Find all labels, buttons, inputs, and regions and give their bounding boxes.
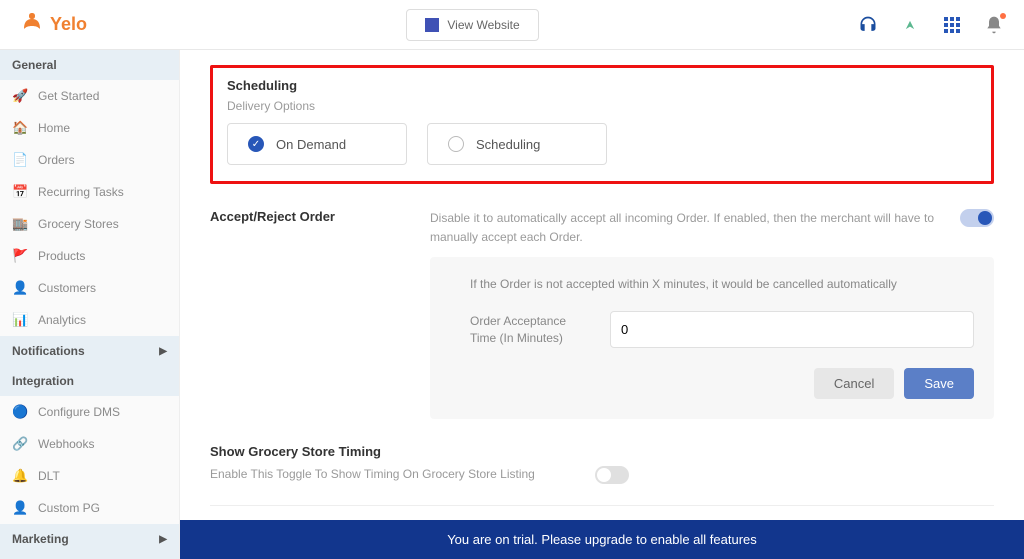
check-icon: ✓ [248,136,264,152]
sidebar-item-products[interactable]: 🚩Products [0,240,179,272]
apps-icon[interactable] [942,15,962,35]
radio-icon [448,136,464,152]
store-icon: 🏬 [12,216,28,232]
orders-icon: 📄 [12,152,28,168]
sidebar-item-recurring[interactable]: 📅Recurring Tasks [0,176,179,208]
flag-icon: 🚩 [12,248,28,264]
accept-reject-toggle[interactable] [960,209,994,227]
scheduling-section: Scheduling Delivery Options ✓ On Demand … [210,65,994,184]
save-button[interactable]: Save [904,368,974,399]
scheduling-title: Scheduling [227,78,977,93]
sidebar-item-webhooks[interactable]: 🔗Webhooks [0,428,179,460]
sidebar-section-general[interactable]: General [0,50,179,80]
sidebar-item-custom-pg[interactable]: 👤Custom PG [0,492,179,524]
accept-reject-section: Accept/Reject Order Disable it to automa… [210,209,994,419]
store-timing-desc: Enable This Toggle To Show Timing On Gro… [210,465,535,484]
accept-reject-title: Accept/Reject Order [210,209,390,224]
acceptance-time-input[interactable] [610,311,974,348]
sidebar-item-grocery[interactable]: 🏬Grocery Stores [0,208,179,240]
sidebar-section-integration[interactable]: Integration [0,366,179,396]
view-website-button[interactable]: View Website [406,9,538,41]
delivery-option-scheduling[interactable]: Scheduling [427,123,607,165]
sidebar-section-marketing[interactable]: Marketing ▶ [0,524,179,554]
acceptance-info-text: If the Order is not accepted within X mi… [450,277,974,291]
store-timing-section: Show Grocery Store Timing Enable This To… [210,444,994,484]
config-icon: 🔵 [12,404,28,420]
sidebar-section-notifications[interactable]: Notifications ▶ [0,336,179,366]
bell-icon: 🔔 [12,468,28,484]
sidebar-item-get-started[interactable]: 🚀Get Started [0,80,179,112]
acceptance-time-label: Order Acceptance Time (In Minutes) [470,313,590,347]
home-icon: 🏠 [12,120,28,136]
divider [210,505,994,506]
rocket-icon: 🚀 [12,88,28,104]
brand-logo: Yelo [20,9,87,40]
cancel-button[interactable]: Cancel [814,368,894,399]
accept-reject-desc: Disable it to automatically accept all i… [430,209,994,247]
acceptance-info-block: If the Order is not accepted within X mi… [430,257,994,419]
person-icon: 👤 [12,280,28,296]
chevron-right-icon: ▶ [159,534,167,545]
sidebar-item-dms[interactable]: 🔵Configure DMS [0,396,179,428]
support-icon[interactable] [858,15,878,35]
store-timing-toggle[interactable] [595,466,629,484]
sidebar: General 🚀Get Started 🏠Home 📄Orders 📅Recu… [0,50,180,559]
delivery-option-on-demand[interactable]: ✓ On Demand [227,123,407,165]
chart-icon: 📊 [12,312,28,328]
trial-banner: You are on trial. Please upgrade to enab… [180,520,1024,559]
delivery-options-label: Delivery Options [227,99,977,113]
sidebar-item-home[interactable]: 🏠Home [0,112,179,144]
lion-icon [20,9,44,40]
user-icon: 👤 [12,500,28,516]
notification-dot [1000,13,1006,19]
calendar-icon: 📅 [12,184,28,200]
sidebar-item-analytics[interactable]: 📊Analytics [0,304,179,336]
main-content: Scheduling Delivery Options ✓ On Demand … [180,50,1024,559]
brand-name: Yelo [50,14,87,35]
link-icon: 🔗 [12,436,28,452]
website-icon [425,18,439,32]
store-timing-title: Show Grocery Store Timing [210,444,994,459]
chevron-right-icon: ▶ [159,346,167,357]
sidebar-item-orders[interactable]: 📄Orders [0,144,179,176]
notifications-icon[interactable] [984,15,1004,35]
app-header: Yelo View Website [0,0,1024,50]
sidebar-item-customers[interactable]: 👤Customers [0,272,179,304]
share-icon[interactable] [900,15,920,35]
sidebar-item-dlt[interactable]: 🔔DLT [0,460,179,492]
sidebar-section-configure[interactable]: Configure ▶ [0,554,179,559]
